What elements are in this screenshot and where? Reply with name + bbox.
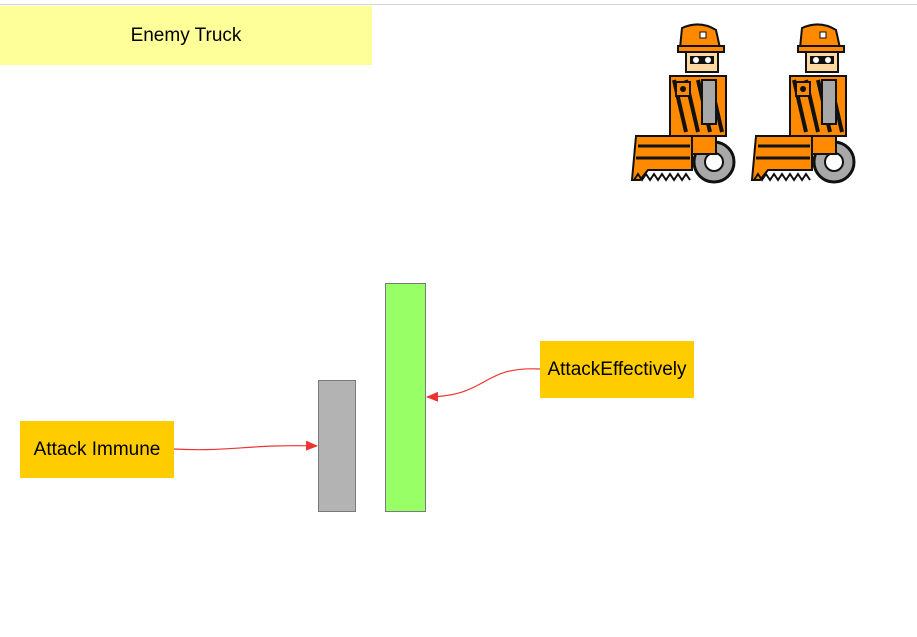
attack-immune-label: Attack Immune <box>20 421 174 478</box>
attack-effectively-label: AttackEffectively <box>540 341 694 398</box>
connector-arrows <box>173 368 541 451</box>
attack-effectively-label-text: AttackEffectively <box>547 358 687 380</box>
attack-immune-label-text: Attack Immune <box>33 438 161 460</box>
effective-connector-arrow <box>426 368 541 402</box>
immune-connector-arrow <box>173 440 318 451</box>
